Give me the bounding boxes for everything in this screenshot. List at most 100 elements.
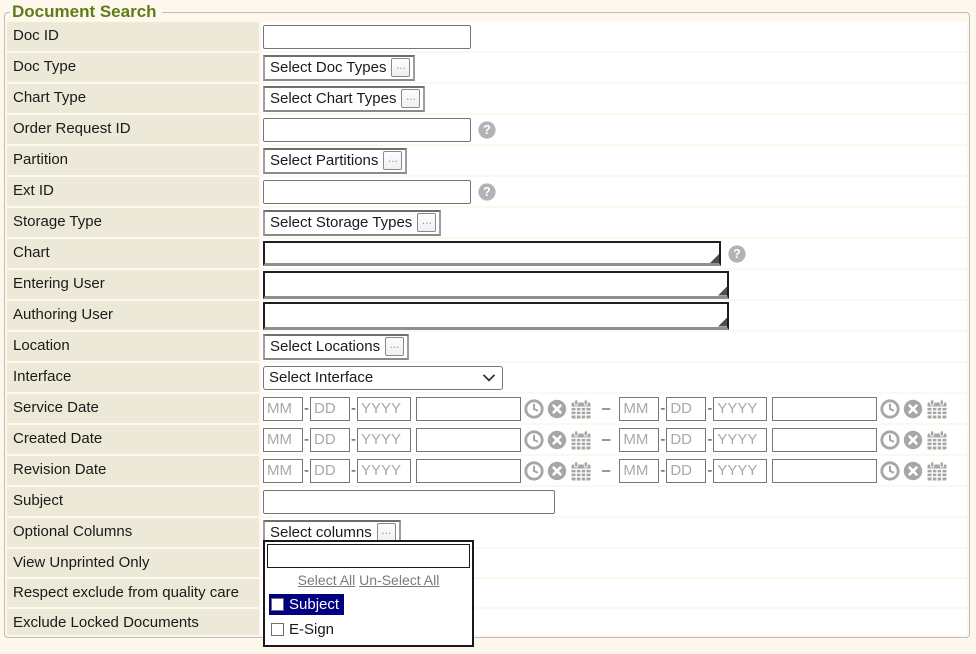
service-to-day-input[interactable]	[666, 397, 706, 421]
created-from-month-input[interactable]	[263, 428, 303, 452]
ext-id-input[interactable]	[263, 180, 471, 204]
popup-option-esign[interactable]: E-Sign	[267, 618, 470, 641]
chart-type-picker[interactable]: Select Chart Types ...	[263, 86, 425, 112]
clear-icon[interactable]	[903, 461, 923, 481]
row-chart: Chart	[7, 239, 967, 268]
row-interface: Interface Select Interface	[7, 363, 967, 392]
entering-user-input[interactable]	[263, 271, 729, 299]
calendar-icon[interactable]	[926, 430, 948, 450]
revision-to-month-input[interactable]	[619, 459, 659, 483]
location-label: Location	[7, 332, 259, 361]
chart-input[interactable]	[263, 241, 721, 266]
service-to-month-input[interactable]	[619, 397, 659, 421]
calendar-icon[interactable]	[926, 461, 948, 481]
row-storage-type: Storage Type Select Storage Types ...	[7, 208, 967, 237]
popup-option-subject[interactable]: Subject	[267, 593, 470, 616]
ellipsis-button[interactable]: ...	[417, 213, 436, 232]
clock-icon[interactable]	[524, 461, 544, 481]
revision-from-month-input[interactable]	[263, 459, 303, 483]
ellipsis-button[interactable]: ...	[383, 151, 402, 170]
created-from-time-input[interactable]	[416, 428, 521, 452]
clock-icon[interactable]	[880, 399, 900, 419]
created-to-time-input[interactable]	[772, 428, 877, 452]
service-date-to-group: - -	[619, 397, 948, 421]
created-to-month-input[interactable]	[619, 428, 659, 452]
subject-checkbox[interactable]	[271, 598, 284, 611]
popup-option-label: Subject	[289, 596, 339, 613]
esign-checkbox[interactable]	[271, 623, 284, 636]
order-request-id-input[interactable]	[263, 118, 471, 142]
partition-label: Partition	[7, 146, 259, 175]
service-from-year-input[interactable]	[357, 397, 411, 421]
row-ext-id: Ext ID	[7, 177, 967, 206]
location-picker[interactable]: Select Locations ...	[263, 334, 409, 360]
revision-to-day-input[interactable]	[666, 459, 706, 483]
revision-from-day-input[interactable]	[310, 459, 350, 483]
clock-icon[interactable]	[524, 430, 544, 450]
resize-grip-icon[interactable]	[710, 254, 719, 263]
popup-option-subject-highlight[interactable]: Subject	[269, 594, 344, 615]
service-from-day-input[interactable]	[310, 397, 350, 421]
ellipsis-button[interactable]: ...	[401, 89, 420, 108]
authoring-user-label: Authoring User	[7, 301, 259, 330]
doc-type-picker[interactable]: Select Doc Types ...	[263, 55, 415, 81]
resize-grip-icon[interactable]	[718, 287, 727, 296]
ellipsis-button[interactable]: ...	[391, 58, 410, 77]
exclude-locked-label: Exclude Locked Documents	[7, 609, 259, 635]
optional-columns-picker-text: Select columns	[270, 524, 372, 541]
created-date-to-group: - -	[619, 428, 948, 452]
ellipsis-button[interactable]: ...	[385, 337, 404, 356]
help-icon[interactable]	[478, 121, 496, 139]
row-optional-columns: Optional Columns Select columns ... Sele…	[7, 518, 967, 547]
popup-option-esign-inner[interactable]: E-Sign	[269, 619, 339, 640]
doc-id-label: Doc ID	[7, 22, 259, 51]
calendar-icon[interactable]	[926, 399, 948, 419]
created-to-day-input[interactable]	[666, 428, 706, 452]
partition-picker[interactable]: Select Partitions ...	[263, 148, 407, 174]
service-to-year-input[interactable]	[713, 397, 767, 421]
clear-icon[interactable]	[547, 399, 567, 419]
revision-from-year-input[interactable]	[357, 459, 411, 483]
partition-picker-text: Select Partitions	[270, 152, 378, 169]
created-to-year-input[interactable]	[713, 428, 767, 452]
clear-icon[interactable]	[547, 430, 567, 450]
clear-icon[interactable]	[903, 430, 923, 450]
clock-icon[interactable]	[524, 399, 544, 419]
clock-icon[interactable]	[880, 430, 900, 450]
row-revision-date: Revision Date - - – - -	[7, 456, 967, 485]
created-from-day-input[interactable]	[310, 428, 350, 452]
calendar-icon[interactable]	[570, 461, 592, 481]
row-doc-type: Doc Type Select Doc Types ...	[7, 53, 967, 82]
authoring-user-input[interactable]	[263, 302, 729, 330]
created-from-year-input[interactable]	[357, 428, 411, 452]
clock-icon[interactable]	[880, 461, 900, 481]
select-all-link[interactable]: Select All	[298, 572, 356, 588]
entering-user-label: Entering User	[7, 270, 259, 299]
created-date-label: Created Date	[7, 425, 259, 454]
date-range-dash: –	[602, 431, 610, 448]
calendar-icon[interactable]	[570, 430, 592, 450]
help-icon[interactable]	[728, 245, 746, 263]
revision-to-time-input[interactable]	[772, 459, 877, 483]
storage-type-picker[interactable]: Select Storage Types ...	[263, 210, 441, 236]
row-order-request-id: Order Request ID	[7, 115, 967, 144]
revision-date-label: Revision Date	[7, 456, 259, 485]
service-from-time-input[interactable]	[416, 397, 521, 421]
subject-input[interactable]	[263, 490, 555, 514]
revision-from-time-input[interactable]	[416, 459, 521, 483]
help-icon[interactable]	[478, 183, 496, 201]
clear-icon[interactable]	[547, 461, 567, 481]
unselect-all-link[interactable]: Un-Select All	[359, 572, 439, 588]
calendar-icon[interactable]	[570, 399, 592, 419]
service-to-time-input[interactable]	[772, 397, 877, 421]
subject-label: Subject	[7, 487, 259, 516]
doc-id-input[interactable]	[263, 25, 471, 49]
clear-icon[interactable]	[903, 399, 923, 419]
interface-select[interactable]: Select Interface	[263, 366, 503, 390]
storage-type-picker-text: Select Storage Types	[270, 214, 412, 231]
resize-grip-icon[interactable]	[718, 318, 727, 327]
row-chart-type: Chart Type Select Chart Types ...	[7, 84, 967, 113]
revision-to-year-input[interactable]	[713, 459, 767, 483]
optional-columns-filter-input[interactable]	[267, 544, 470, 568]
service-from-month-input[interactable]	[263, 397, 303, 421]
